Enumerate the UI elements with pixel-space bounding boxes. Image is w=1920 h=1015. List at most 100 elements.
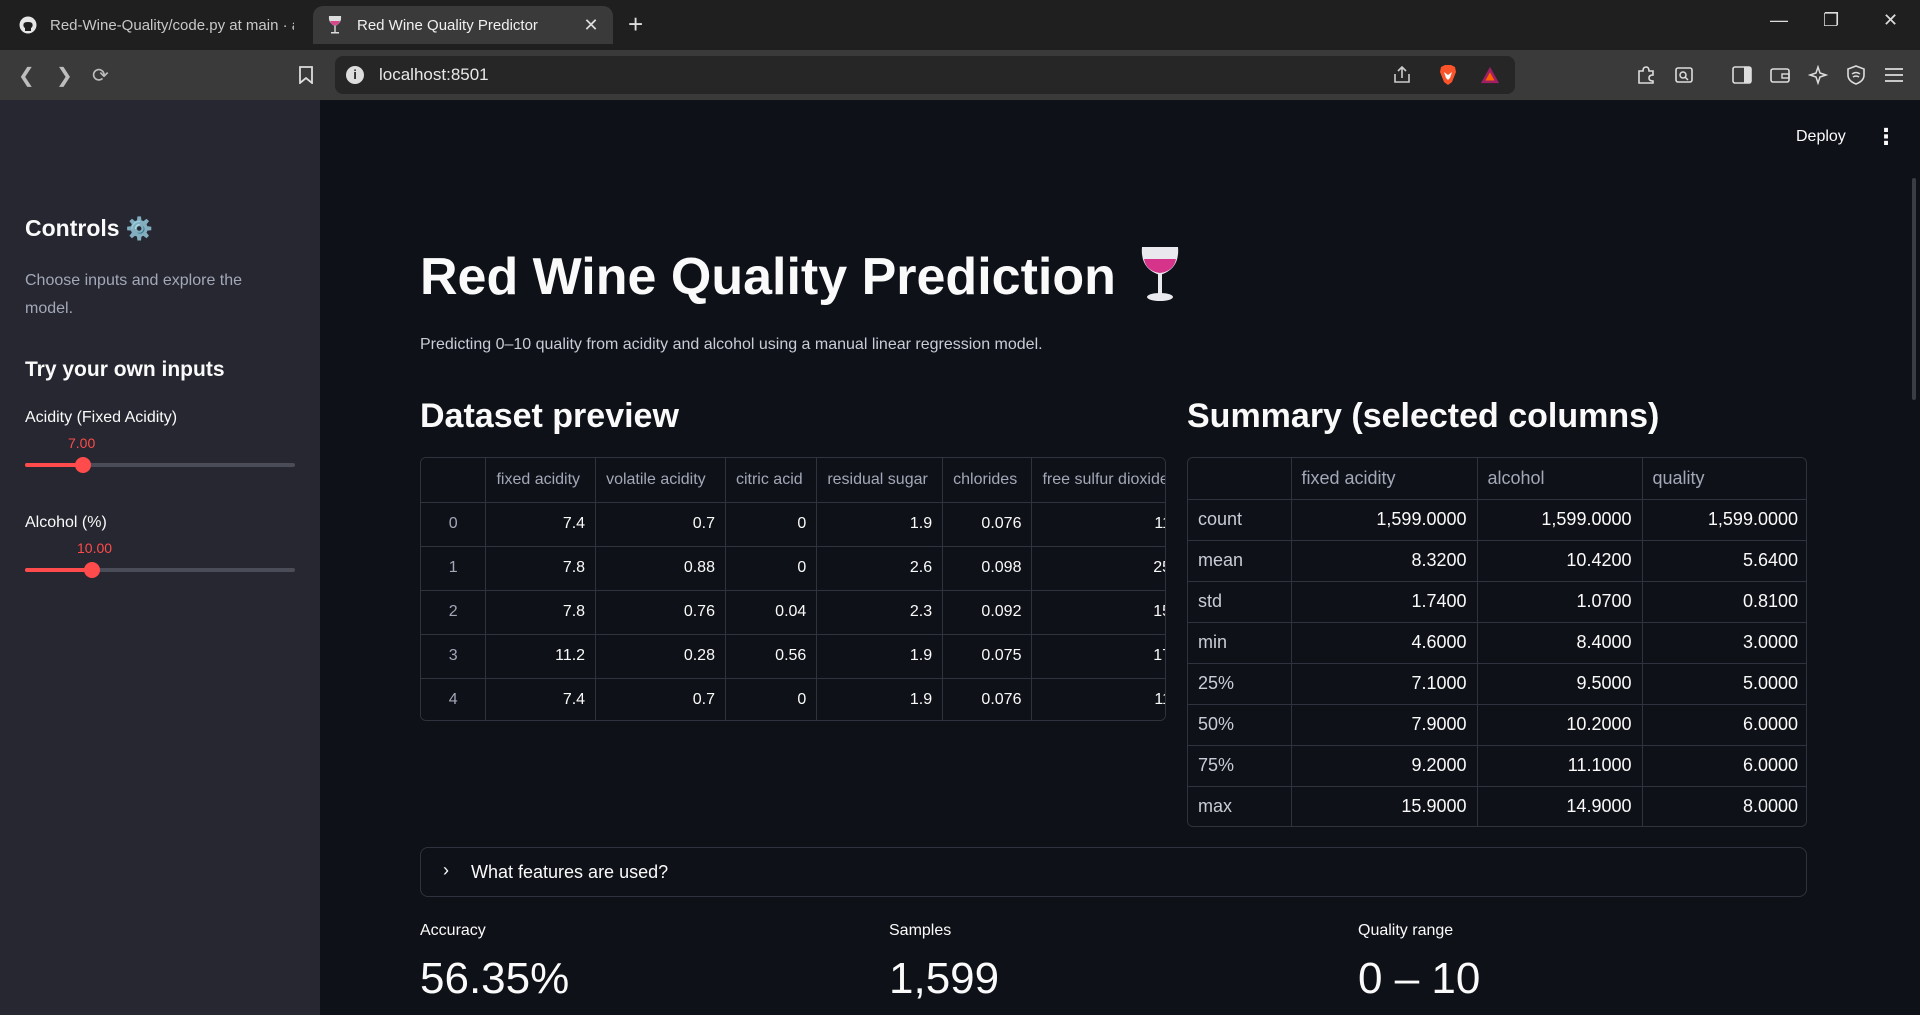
reload-icon[interactable]: ⟳: [92, 63, 109, 88]
column-header[interactable]: fixed acidity: [1291, 458, 1478, 500]
table-cell[interactable]: 8.3200: [1291, 540, 1478, 582]
table-cell[interactable]: 11.1000: [1477, 745, 1643, 787]
table-cell[interactable]: 1.9: [816, 678, 944, 720]
new-tab-button[interactable]: +: [628, 10, 643, 38]
table-cell[interactable]: 15: [1031, 590, 1165, 635]
column-header[interactable]: free sulfur dioxide: [1031, 458, 1165, 503]
table-cell[interactable]: 14.9000: [1477, 786, 1643, 826]
table-cell[interactable]: 9.2000: [1291, 745, 1478, 787]
forward-icon[interactable]: ❯: [56, 63, 73, 88]
row-index[interactable]: 2: [421, 590, 487, 635]
row-index[interactable]: std: [1188, 581, 1292, 623]
table-cell[interactable]: 2.3: [816, 590, 944, 635]
table-cell[interactable]: 0.092: [942, 590, 1033, 635]
dataset-preview-table[interactable]: fixed acidity volatile acidity citric acid…: [420, 457, 1166, 721]
table-cell[interactable]: 7.1000: [1291, 663, 1478, 705]
table-cell[interactable]: 6.0000: [1642, 704, 1806, 746]
column-header[interactable]: residual sugar: [816, 458, 944, 503]
bookmark-icon[interactable]: [296, 65, 316, 85]
table-cell[interactable]: 7.4: [485, 502, 597, 547]
minimize-icon[interactable]: —: [1770, 10, 1788, 31]
table-cell[interactable]: 10.2000: [1477, 704, 1643, 746]
back-icon[interactable]: ❮: [18, 63, 35, 88]
vpn-shield-icon[interactable]: [1846, 65, 1866, 85]
acidity-slider[interactable]: [25, 457, 295, 473]
table-cell[interactable]: 5.6400: [1642, 540, 1806, 582]
table-cell[interactable]: 3.0000: [1642, 622, 1806, 664]
table-cell[interactable]: 1,599.0000: [1642, 499, 1806, 541]
table-cell[interactable]: 0.076: [942, 678, 1033, 720]
browser-tab-github[interactable]: Red-Wine-Quality/code.py at main · a: [6, 6, 306, 44]
table-cell[interactable]: 17: [1031, 634, 1165, 679]
row-index[interactable]: 50%: [1188, 704, 1292, 746]
browser-tab-active[interactable]: Red Wine Quality Predictor ✕: [313, 6, 613, 44]
table-cell[interactable]: 0.04: [725, 590, 818, 635]
table-cell[interactable]: 0: [725, 678, 818, 720]
table-cell[interactable]: 5.0000: [1642, 663, 1806, 705]
share-icon[interactable]: [1392, 65, 1412, 85]
row-index[interactable]: mean: [1188, 540, 1292, 582]
table-cell[interactable]: 0.7: [595, 502, 726, 547]
row-index[interactable]: 25%: [1188, 663, 1292, 705]
menu-icon[interactable]: [1884, 65, 1904, 85]
table-cell[interactable]: 1.0700: [1477, 581, 1643, 623]
table-cell[interactable]: 0.075: [942, 634, 1033, 679]
scrollbar[interactable]: [1912, 178, 1916, 400]
table-cell[interactable]: 0.88: [595, 546, 726, 591]
table-cell[interactable]: 0.56: [725, 634, 818, 679]
table-cell[interactable]: 0: [725, 546, 818, 591]
close-window-icon[interactable]: ✕: [1883, 10, 1898, 31]
table-cell[interactable]: 6.0000: [1642, 745, 1806, 787]
column-header[interactable]: fixed acidity: [485, 458, 597, 503]
table-cell[interactable]: 8.0000: [1642, 786, 1806, 826]
wallet-icon[interactable]: [1770, 65, 1790, 85]
restore-icon[interactable]: ❐: [1823, 10, 1839, 31]
table-cell[interactable]: 25: [1031, 546, 1165, 591]
site-info-icon[interactable]: i: [346, 66, 364, 84]
table-cell[interactable]: 15.9000: [1291, 786, 1478, 826]
table-cell[interactable]: 4.6000: [1291, 622, 1478, 664]
table-cell[interactable]: 1,599.0000: [1477, 499, 1643, 541]
table-cell[interactable]: 7.9000: [1291, 704, 1478, 746]
close-tab-icon[interactable]: ✕: [581, 15, 601, 36]
table-cell[interactable]: 7.8: [485, 546, 597, 591]
brave-rewards-icon[interactable]: [1480, 65, 1500, 85]
row-index[interactable]: min: [1188, 622, 1292, 664]
row-index[interactable]: 4: [421, 678, 487, 720]
table-cell[interactable]: 0.098: [942, 546, 1033, 591]
table-cell[interactable]: 2.6: [816, 546, 944, 591]
deploy-button[interactable]: Deploy: [1796, 128, 1846, 146]
brave-shields-icon[interactable]: [1438, 65, 1458, 85]
table-cell[interactable]: 0: [725, 502, 818, 547]
column-header[interactable]: chlorides: [942, 458, 1033, 503]
table-cell[interactable]: 11: [1032, 678, 1165, 720]
table-cell[interactable]: 1.9: [816, 502, 944, 547]
table-cell[interactable]: 0.076: [942, 502, 1033, 547]
more-options-icon[interactable]: ⋮: [1875, 124, 1897, 150]
address-bar[interactable]: i localhost:8501: [335, 56, 1515, 94]
slider-thumb[interactable]: [75, 457, 91, 473]
row-index[interactable]: 75%: [1188, 745, 1292, 787]
row-index[interactable]: 0: [421, 502, 487, 547]
column-header[interactable]: quality: [1642, 458, 1806, 500]
table-cell[interactable]: 11: [1031, 502, 1165, 547]
table-cell[interactable]: 7.4: [485, 678, 597, 720]
table-cell[interactable]: 8.4000: [1477, 622, 1643, 664]
summary-table[interactable]: fixed acidity alcohol quality count 1,599.0…: [1187, 457, 1807, 827]
table-cell[interactable]: 10.4200: [1477, 540, 1643, 582]
table-cell[interactable]: 11.2: [485, 634, 597, 679]
table-cell[interactable]: 0.7: [595, 678, 726, 720]
table-cell[interactable]: 7.8: [485, 590, 597, 635]
table-cell[interactable]: 0.8100: [1642, 581, 1806, 623]
table-cell[interactable]: 0.28: [595, 634, 726, 679]
table-cell[interactable]: 1.7400: [1291, 581, 1478, 623]
extensions-icon[interactable]: [1636, 65, 1656, 85]
table-cell[interactable]: 1,599.0000: [1291, 499, 1478, 541]
row-index[interactable]: count: [1188, 499, 1292, 541]
column-header[interactable]: volatile acidity: [595, 458, 726, 503]
column-header[interactable]: alcohol: [1477, 458, 1643, 500]
leo-ai-icon[interactable]: [1808, 65, 1828, 85]
row-index[interactable]: 1: [421, 546, 487, 591]
search-in-page-icon[interactable]: [1674, 65, 1694, 85]
row-index[interactable]: max: [1188, 786, 1292, 826]
